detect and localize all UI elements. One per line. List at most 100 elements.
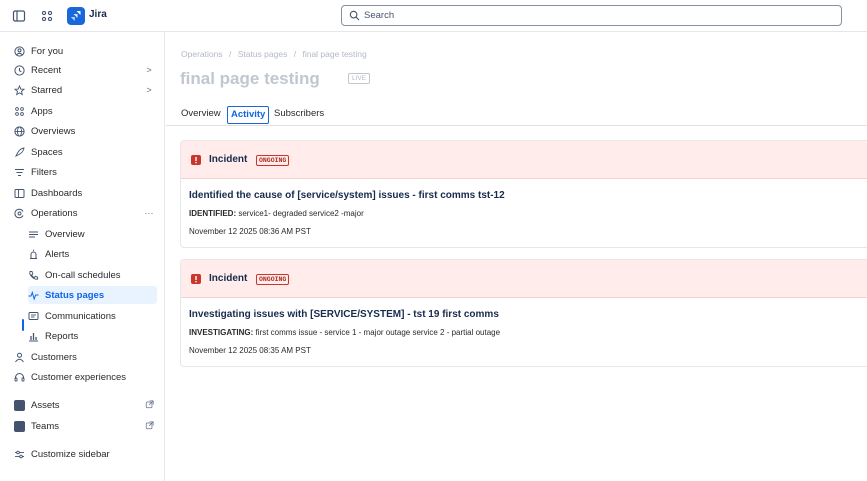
breadcrumb-current[interactable]: final page testing [302,49,366,59]
sidebar-item-for-you[interactable]: For you [14,42,159,60]
tab-activity[interactable]: Activity [227,106,270,124]
page-title: final page testing [180,69,320,88]
sidebar-item-customer-experiences[interactable]: Customer experiences [14,368,159,386]
sidebar: For you Recent > Starred > Apps Overview… [0,32,165,481]
teams-icon: ▦ [14,420,25,432]
incident-status: IDENTIFIED: service1- degraded service2 … [189,209,364,218]
jira-logo-icon[interactable] [67,7,85,25]
sidebar-item-communications[interactable]: Communications [28,307,157,325]
sidebar-item-starred[interactable]: Starred > [14,81,159,99]
active-indicator [22,319,24,331]
phone-icon [28,270,39,281]
sidebar-item-spaces[interactable]: Spaces [14,143,159,161]
sidebar-item-reports[interactable]: Reports [28,327,157,345]
breadcrumb-separator: / [293,49,297,59]
sidebar-item-label: Starred [31,84,63,96]
incident-state-badge: ONGOING [256,274,290,285]
incident-icon [191,274,201,284]
external-link-icon[interactable] [143,420,155,432]
list-icon [28,229,39,240]
tab-subscribers[interactable]: Subscribers [271,106,327,124]
sidebar-item-operations[interactable]: Operations ··· [14,204,159,222]
incident-status-text: service1- degraded service2 -major [238,209,364,218]
apps-grid-icon [14,106,25,117]
assets-icon: ▦ [14,399,25,411]
sidebar-item-label: Communications [45,310,116,322]
sidebar-item-label: Overviews [31,125,76,137]
incident-body: Identified the cause of [service/system]… [181,179,867,247]
sidebar-item-label: Reports [45,330,79,342]
breadcrumb-operations[interactable]: Operations [181,49,223,59]
breadcrumb-separator: / [228,49,232,59]
sidebar-item-apps[interactable]: Apps [14,102,159,120]
sidebar-item-label: Customers [31,351,77,363]
incident-title[interactable]: Investigating issues with [SERVICE/SYSTE… [189,309,499,320]
sidebar-item-label: Customize sidebar [31,448,110,460]
tab-overview[interactable]: Overview [178,106,224,124]
search-input[interactable] [364,8,824,23]
sidebar-item-status-pages[interactable]: Status pages [28,286,157,304]
headset-icon [14,372,25,383]
sidebar-item-label: Apps [31,105,53,117]
sidebar-item-filters[interactable]: Filters [14,163,159,181]
globe-icon [14,125,25,137]
sidebar-item-alerts[interactable]: Alerts [28,245,157,263]
sidebar-item-on-call-schedules[interactable]: On-call schedules [28,266,157,284]
sidebar-item-customize-sidebar[interactable]: Customize sidebar [14,445,159,463]
breadcrumb-status-pages[interactable]: Status pages [238,49,288,59]
product-name[interactable]: Jira [89,9,107,20]
sidebar-item-label: Filters [31,166,57,178]
incident-type-label: Incident [209,154,248,165]
incident-card[interactable]: Incident ONGOING Identified the cause of… [180,140,867,248]
sidebar-item-teams[interactable]: ▦ Teams [14,417,159,435]
incident-status-key: IDENTIFIED: [189,209,237,218]
chevron-right-icon[interactable]: > [143,65,155,75]
sidebar-item-label: Spaces [31,146,63,158]
incident-status-text: first comms issue - service 1 - major ou… [255,328,501,337]
incident-state-badge: ONGOING [256,155,290,166]
sidebar-item-assets[interactable]: ▦ Assets [14,396,159,414]
tab-bar: Overview Activity Subscribers [166,104,867,126]
incident-status-key: INVESTIGATING: [189,328,254,337]
rocket-icon [14,146,25,158]
clock-icon [14,64,25,76]
incident-card[interactable]: Incident ONGOING Investigating issues wi… [180,259,867,367]
incident-timestamp: November 12 2025 08:36 AM PST [189,227,311,236]
person-icon [14,352,25,363]
sidebar-item-label: Teams [31,420,59,432]
chevron-right-icon[interactable]: > [143,85,155,95]
star-icon [14,84,25,96]
search-box[interactable] [341,5,842,26]
sidebar-item-label: Operations [31,207,78,219]
external-link-icon[interactable] [143,399,155,411]
breadcrumb: Operations / Status pages / final page t… [181,49,371,59]
incident-title[interactable]: Identified the cause of [service/system]… [189,190,505,201]
pulse-icon [28,290,39,301]
sidebar-item-label: Dashboards [31,187,83,199]
sidebar-item-label: Alerts [45,248,70,260]
top-navigation-bar: Jira [0,0,867,32]
dashboard-icon [14,188,25,199]
operations-icon [14,208,25,219]
filter-icon [14,167,25,178]
sidebar-item-overview[interactable]: Overview [28,225,157,243]
incident-body: Investigating issues with [SERVICE/SYSTE… [181,298,867,366]
sidebar-item-customers[interactable]: Customers [14,348,159,366]
incident-status: INVESTIGATING: first comms issue - servi… [189,328,500,337]
sidebar-item-dashboards[interactable]: Dashboards [14,184,159,202]
sliders-icon [14,449,25,460]
sidebar-toggle-icon[interactable] [12,9,26,23]
person-circle-icon [14,45,25,57]
incident-timestamp: November 12 2025 08:35 AM PST [189,346,311,355]
sidebar-item-recent[interactable]: Recent > [14,61,159,79]
bar-chart-icon [28,331,39,342]
sidebar-item-label: Recent [31,64,62,76]
sidebar-item-label: Assets [31,399,60,411]
sidebar-item-label: Customer experiences [31,371,127,383]
app-switcher-icon[interactable] [40,9,54,23]
sidebar-item-overviews[interactable]: Overviews [14,122,159,140]
incident-icon [191,155,201,165]
more-options-icon[interactable]: ··· [143,208,155,218]
incident-header: Incident ONGOING [181,260,867,298]
sidebar-item-label: For you [31,45,64,57]
